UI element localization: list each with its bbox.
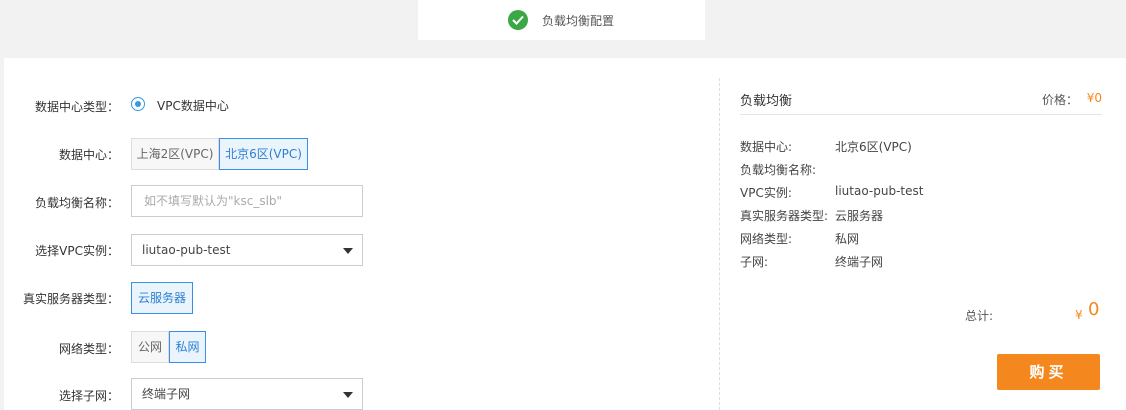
check-circle-icon [508, 10, 528, 30]
total-value: 0 [1088, 299, 1100, 320]
vpc-instance-label: 选择VPC实例： [35, 244, 119, 258]
config-panel: 数据中心类型： VPC数据中心 数据中心： 上海2区(VPC) 北京6区(VPC… [4, 58, 1126, 410]
subnet-label: 选择子网： [58, 389, 119, 403]
panel-divider [719, 78, 720, 410]
price-label: 价格： [1041, 93, 1078, 107]
network-type-option-public[interactable]: 公网 [131, 331, 169, 363]
summary-key-lb-name: 负载均衡名称: [740, 163, 817, 177]
dropdown-caret-icon [343, 392, 353, 398]
summary-value-subnet: 终端子网 [835, 255, 884, 269]
summary-key-datacenter: 数据中心: [740, 140, 793, 154]
server-type-label: 真实服务器类型： [22, 292, 119, 306]
config-form: 数据中心类型： VPC数据中心 数据中心： 上海2区(VPC) 北京6区(VPC… [4, 58, 719, 410]
network-type-option-private[interactable]: 私网 [169, 331, 206, 363]
server-type-option-cloud[interactable]: 云服务器 [131, 282, 193, 314]
step-label: 负载均衡配置 [542, 14, 615, 28]
summary-key-network-type: 网络类型: [740, 232, 793, 246]
vpc-instance-value: liutao-pub-test [142, 243, 231, 257]
summary-key-subnet: 子网: [740, 255, 769, 269]
datacenter-option-shanghai2[interactable]: 上海2区(VPC) [131, 138, 219, 170]
summary-value-vpc: liutao-pub-test [835, 184, 924, 198]
vpc-datacenter-radio[interactable] [131, 97, 145, 111]
order-summary: 负载均衡 价格： ¥0 数据中心: 北京6区(VPC) 负载均衡名称: VPC实… [740, 58, 1102, 410]
summary-value-network-type: 私网 [835, 232, 860, 246]
buy-button[interactable]: 购买 [997, 354, 1100, 390]
total-label: 总计: [965, 309, 994, 323]
lb-name-input[interactable]: 如不填写默认为"ksc_slb" [131, 185, 363, 217]
summary-divider [740, 114, 1102, 115]
vpc-instance-select[interactable]: liutao-pub-test [131, 234, 363, 266]
subnet-select[interactable]: 终端子网 [131, 378, 363, 410]
summary-value-server-type: 云服务器 [835, 209, 884, 223]
vpc-datacenter-radio-label[interactable]: VPC数据中心 [157, 97, 229, 114]
network-type-label: 网络类型： [58, 342, 119, 356]
lb-name-label: 负载均衡名称： [34, 196, 119, 210]
total-currency: ¥ [1075, 308, 1083, 322]
dc-type-label: 数据中心类型： [34, 100, 119, 114]
datacenter-label: 数据中心： [58, 148, 119, 162]
summary-title: 负载均衡 [740, 94, 793, 109]
datacenter-option-beijing6[interactable]: 北京6区(VPC) [219, 138, 308, 170]
summary-value-datacenter: 北京6区(VPC) [835, 140, 912, 154]
summary-key-vpc: VPC实例: [740, 186, 792, 200]
price-value: ¥0 [1086, 91, 1102, 105]
step-banner: 负载均衡配置 [418, 0, 705, 40]
subnet-value: 终端子网 [142, 387, 191, 401]
dropdown-caret-icon [343, 248, 353, 254]
summary-key-server-type: 真实服务器类型: [740, 209, 829, 223]
